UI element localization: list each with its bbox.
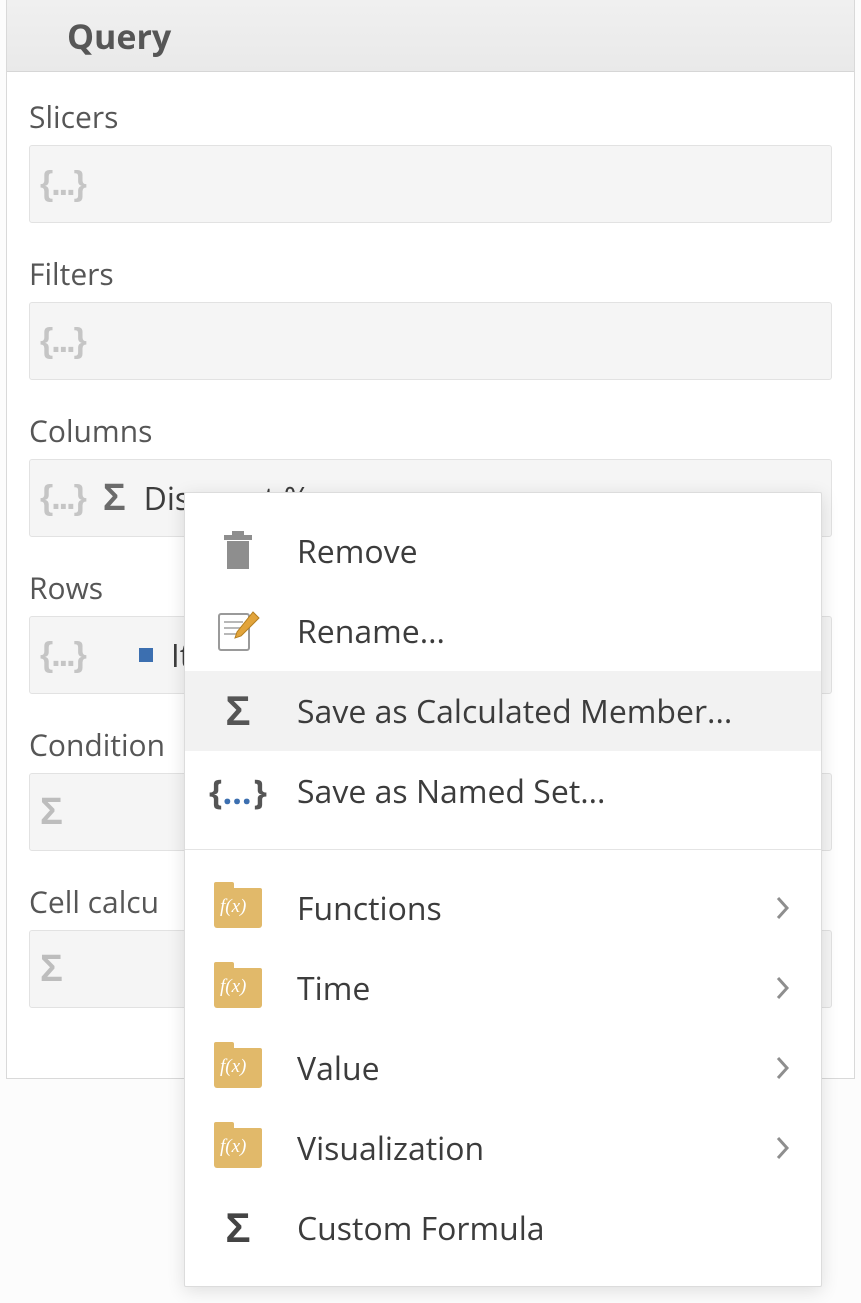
panel-header: Query (7, 0, 854, 72)
hierarchy-icon (139, 648, 153, 662)
filters-label: Filters (29, 253, 832, 294)
trash-icon (213, 529, 263, 573)
context-menu: Remove Rename... Σ Save as Calculated Me… (184, 492, 822, 1287)
sigma-icon: Σ (213, 689, 263, 733)
menu-rename-label: Rename... (297, 610, 445, 653)
slicers-section: Slicers {...} (29, 96, 832, 223)
named-set-icon: {…} (213, 769, 263, 813)
menu-value[interactable]: f(x) Value (185, 1028, 821, 1108)
sigma-icon: Σ (213, 1206, 263, 1250)
folder-fx-icon: f(x) (213, 1126, 263, 1170)
menu-value-label: Value (297, 1047, 380, 1090)
menu-functions-label: Functions (297, 887, 442, 930)
slicers-label: Slicers (29, 96, 832, 137)
menu-remove-label: Remove (297, 530, 418, 573)
menu-time-label: Time (297, 967, 370, 1010)
sigma-icon: Σ (40, 791, 63, 834)
braces-icon: {...} (40, 322, 85, 361)
menu-visualization-label: Visualization (297, 1127, 484, 1170)
braces-icon: {...} (40, 479, 85, 518)
menu-custom-formula[interactable]: Σ Custom Formula (185, 1188, 821, 1268)
menu-save-calc-member[interactable]: Σ Save as Calculated Member... (185, 671, 821, 751)
folder-fx-icon: f(x) (213, 1046, 263, 1090)
chevron-right-icon (775, 1055, 791, 1081)
columns-label: Columns (29, 410, 832, 451)
sigma-icon: Σ (40, 948, 63, 991)
sigma-icon: Σ (103, 477, 126, 520)
slicers-dropzone[interactable]: {...} (29, 145, 832, 223)
chevron-right-icon (775, 975, 791, 1001)
menu-remove[interactable]: Remove (185, 511, 821, 591)
menu-time[interactable]: f(x) Time (185, 948, 821, 1028)
menu-save-named-set-label: Save as Named Set... (297, 770, 605, 813)
filters-dropzone[interactable]: {...} (29, 302, 832, 380)
folder-fx-icon: f(x) (213, 966, 263, 1010)
filters-section: Filters {...} (29, 253, 832, 380)
rename-icon (213, 609, 263, 653)
chevron-right-icon (775, 1135, 791, 1161)
braces-icon: {...} (40, 165, 85, 204)
menu-save-calc-member-label: Save as Calculated Member... (297, 690, 732, 733)
chevron-right-icon (775, 895, 791, 921)
menu-rename[interactable]: Rename... (185, 591, 821, 671)
menu-save-named-set[interactable]: {…} Save as Named Set... (185, 751, 821, 831)
panel-title: Query (67, 13, 171, 59)
braces-icon: {...} (40, 636, 85, 675)
menu-visualization[interactable]: f(x) Visualization (185, 1108, 821, 1188)
folder-fx-icon: f(x) (213, 886, 263, 930)
menu-separator (185, 849, 821, 850)
menu-functions[interactable]: f(x) Functions (185, 868, 821, 948)
menu-custom-formula-label: Custom Formula (297, 1207, 545, 1250)
